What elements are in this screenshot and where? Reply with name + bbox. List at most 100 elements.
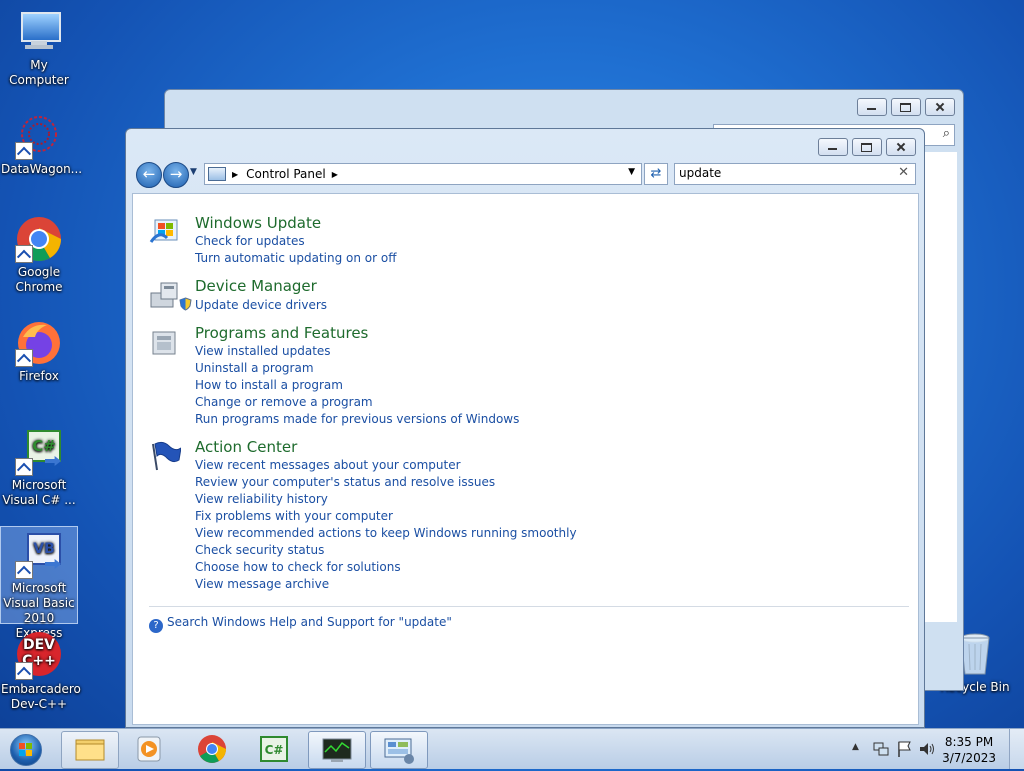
task-manager-icon (322, 738, 352, 762)
shield-icon (179, 297, 192, 311)
control-panel-icon (384, 738, 414, 764)
chevron-down-icon: ▼ (190, 167, 197, 177)
taskbar-media-player[interactable] (122, 731, 178, 767)
refresh-button[interactable]: ⇄ (644, 163, 668, 185)
search-input[interactable] (675, 164, 879, 182)
datawagon-icon (15, 112, 63, 160)
desktop-icon-google-chrome[interactable]: Google Chrome (1, 215, 77, 295)
address-bar[interactable]: ▶ Control Panel ▶ ▼ (204, 163, 642, 185)
visual-basic-icon: VB (15, 531, 63, 579)
desktop-icon-visual-basic[interactable]: VB Microsoft Visual Basic 2010 Express (0, 526, 78, 640)
breadcrumb-separator-icon[interactable]: ▶ (332, 170, 338, 179)
programs-and-features-icon (149, 326, 181, 358)
group-title[interactable]: Windows Update (195, 214, 321, 232)
close-button[interactable] (886, 138, 916, 156)
taskbar-visual-csharp[interactable]: C# (246, 731, 302, 767)
navigation-bar: ← → ▼ ▶ Control Panel ▶ ▼ ⇄ ✕ (134, 161, 916, 189)
link-label[interactable]: Update device drivers (195, 298, 327, 312)
network-icon[interactable] (872, 740, 890, 758)
visual-csharp-icon: C# (260, 736, 288, 762)
help-search-link[interactable]: ? Search Windows Help and Support for "up… (149, 615, 452, 633)
window-controls (818, 138, 916, 156)
minimize-button[interactable] (818, 138, 848, 156)
help-search-label[interactable]: Search Windows Help and Support for "upd… (167, 615, 452, 629)
taskbar-control-panel[interactable] (370, 731, 428, 769)
desktop-icon-firefox[interactable]: Firefox (1, 319, 77, 384)
show-desktop-button[interactable] (1009, 729, 1024, 769)
shortcut-arrow-icon (15, 142, 33, 160)
desktop-icon-dev-cpp[interactable]: DEV C++ Embarcadero Dev-C++ (1, 632, 81, 712)
media-player-icon (137, 736, 161, 762)
link-view-message-archive[interactable]: View message archive (195, 577, 329, 591)
visual-csharp-icon: C# (15, 428, 63, 476)
folder-icon (75, 739, 105, 761)
link-view-recommended-actions[interactable]: View recommended actions to keep Windows… (195, 526, 577, 540)
close-button[interactable] (925, 98, 955, 116)
control-panel-window[interactable]: ← → ▼ ▶ Control Panel ▶ ▼ ⇄ ✕ Windows Up… (125, 128, 925, 728)
chrome-icon (15, 215, 63, 263)
show-hidden-icons-chevron-icon[interactable]: ▲ (852, 742, 859, 752)
address-dropdown-icon[interactable]: ▼ (628, 167, 635, 177)
svg-text:C#: C# (265, 743, 284, 757)
volume-icon[interactable] (918, 740, 936, 758)
taskbar-task-manager[interactable] (308, 731, 366, 769)
shortcut-arrow-icon (15, 349, 33, 367)
link-turn-automatic-updating[interactable]: Turn automatic updating on or off (195, 251, 397, 265)
shortcut-arrow-icon (15, 245, 33, 263)
control-panel-icon (208, 167, 226, 181)
link-check-for-updates[interactable]: Check for updates (195, 234, 305, 248)
link-how-to-install-a-program[interactable]: How to install a program (195, 378, 343, 392)
link-fix-problems[interactable]: Fix problems with your computer (195, 509, 393, 523)
windows-logo-icon (10, 734, 42, 766)
taskbar-file-explorer[interactable] (61, 731, 119, 769)
link-change-or-remove-a-program[interactable]: Change or remove a program (195, 395, 373, 409)
firefox-icon (15, 319, 63, 367)
taskbar-google-chrome[interactable] (184, 731, 240, 767)
arrow-right-icon: → (169, 165, 183, 183)
link-run-programs-previous-versions[interactable]: Run programs made for previous versions … (195, 412, 519, 426)
link-view-recent-messages[interactable]: View recent messages about your computer (195, 458, 461, 472)
help-icon: ? (149, 619, 163, 633)
search-box[interactable]: ✕ (674, 163, 916, 185)
shortcut-arrow-icon (15, 458, 33, 476)
breadcrumb-separator-icon[interactable]: ▶ (232, 170, 238, 179)
search-results-pane: Windows Update Check for updates Turn au… (132, 193, 919, 725)
action-center-flag-icon (149, 440, 182, 472)
clock-time: 8:35 PM (944, 735, 994, 749)
link-choose-how-to-check-solutions[interactable]: Choose how to check for solutions (195, 560, 401, 574)
dev-cpp-icon: DEV C++ (15, 632, 63, 680)
shortcut-arrow-icon (15, 662, 33, 680)
shortcut-arrow-icon (15, 561, 33, 579)
background-window-content (925, 152, 957, 622)
desktop-icon-datawagon[interactable]: DataWagon... (1, 112, 82, 177)
device-manager-icon (149, 279, 181, 311)
clock-date: 3/7/2023 (942, 751, 996, 765)
arrow-left-icon: ← (142, 165, 156, 183)
link-review-computer-status[interactable]: Review your computer's status and resolv… (195, 475, 495, 489)
link-check-security-status[interactable]: Check security status (195, 543, 324, 557)
group-title[interactable]: Device Manager (195, 277, 317, 295)
back-button[interactable]: ← (136, 162, 162, 188)
background-window-controls (857, 98, 955, 116)
search-icon: ⌕ (942, 126, 950, 141)
minimize-button[interactable] (857, 98, 887, 116)
taskbar-clock[interactable]: 8:35 PM 3/7/2023 (942, 734, 996, 766)
forward-button[interactable]: → (163, 162, 189, 188)
recent-pages-dropdown[interactable]: ▼ (190, 167, 197, 177)
desktop-icon-visual-csharp[interactable]: C# Microsoft Visual C# ... (1, 428, 77, 508)
link-uninstall-a-program[interactable]: Uninstall a program (195, 361, 314, 375)
taskbar: C# ▲ 8:35 PM 3/7/2023 (0, 728, 1024, 769)
clear-search-icon[interactable]: ✕ (898, 165, 909, 180)
link-update-device-drivers[interactable]: Update device drivers (179, 297, 327, 312)
group-title[interactable]: Programs and Features (195, 324, 368, 342)
group-title[interactable]: Action Center (195, 438, 297, 456)
breadcrumb-control-panel[interactable]: Control Panel (246, 167, 326, 181)
divider (149, 606, 909, 607)
action-center-flag-icon[interactable] (896, 740, 912, 758)
link-view-installed-updates[interactable]: View installed updates (195, 344, 331, 358)
desktop-icon-my-computer[interactable]: My Computer (1, 8, 77, 88)
maximize-button[interactable] (891, 98, 921, 116)
start-button[interactable] (4, 731, 48, 767)
maximize-button[interactable] (852, 138, 882, 156)
link-view-reliability-history[interactable]: View reliability history (195, 492, 328, 506)
